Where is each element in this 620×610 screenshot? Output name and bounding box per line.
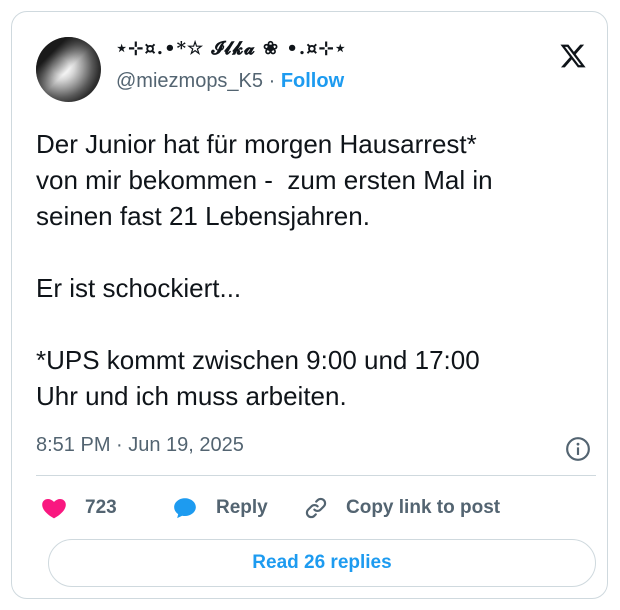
reply-label: Reply: [216, 497, 268, 518]
copy-link-button[interactable]: Copy link to post: [302, 494, 500, 522]
read-replies-label: Read 26 replies: [252, 552, 392, 573]
like-button[interactable]: 723: [40, 494, 117, 522]
user-handle[interactable]: @miezmops_K5: [116, 70, 263, 92]
timestamp[interactable]: 8:51 PM · Jun 19, 2025: [36, 434, 244, 457]
link-icon: [305, 497, 327, 519]
handle-row: @miezmops_K5 · Follow: [116, 70, 344, 93]
avatar[interactable]: [36, 37, 101, 102]
reply-button[interactable]: Reply: [171, 494, 268, 522]
like-count: 723: [85, 497, 117, 518]
tweet-text: Der Junior hat für morgen Hausarrest* vo…: [36, 129, 493, 411]
display-name[interactable]: ⋆⊹¤.•*☆ 𝓘𝓵𝓴𝓪 ❀ •.¤⊹⋆: [116, 38, 347, 59]
tweet-card: ⋆⊹¤.•*☆ 𝓘𝓵𝓴𝓪 ❀ •.¤⊹⋆ @miezmops_K5 · Foll…: [11, 11, 608, 599]
info-icon[interactable]: [565, 436, 591, 462]
read-replies-button[interactable]: Read 26 replies: [48, 539, 596, 587]
divider: [36, 475, 596, 476]
x-logo-icon[interactable]: [559, 42, 587, 70]
follow-link[interactable]: Follow: [281, 70, 344, 92]
handle-separator: ·: [263, 70, 281, 92]
avatar-shade: [36, 37, 101, 102]
heart-icon: [42, 499, 66, 519]
reply-bubble-icon: [174, 498, 196, 519]
copy-link-label: Copy link to post: [346, 497, 501, 518]
